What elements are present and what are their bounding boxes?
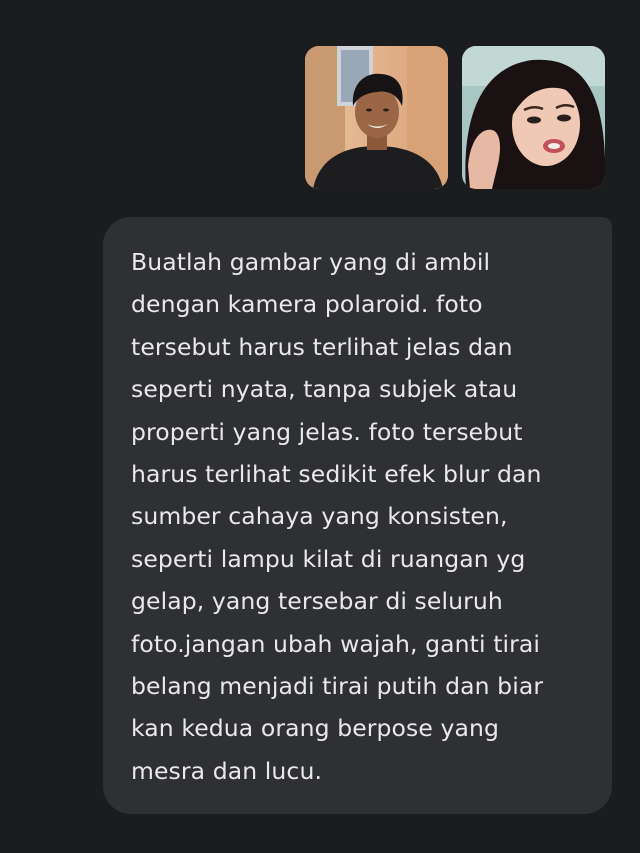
attachment-photo-1[interactable] bbox=[305, 46, 448, 189]
photo-man-smiling-icon bbox=[305, 46, 448, 189]
message-bubble[interactable]: Buatlah gambar yang di ambil dengan kame… bbox=[103, 217, 612, 814]
image-attachments bbox=[305, 46, 605, 189]
message-text: Buatlah gambar yang di ambil dengan kame… bbox=[131, 248, 544, 785]
attachment-photo-2[interactable] bbox=[462, 46, 605, 189]
photo-woman-selfie-icon bbox=[462, 46, 605, 189]
chat-screen: Buatlah gambar yang di ambil dengan kame… bbox=[0, 0, 640, 853]
